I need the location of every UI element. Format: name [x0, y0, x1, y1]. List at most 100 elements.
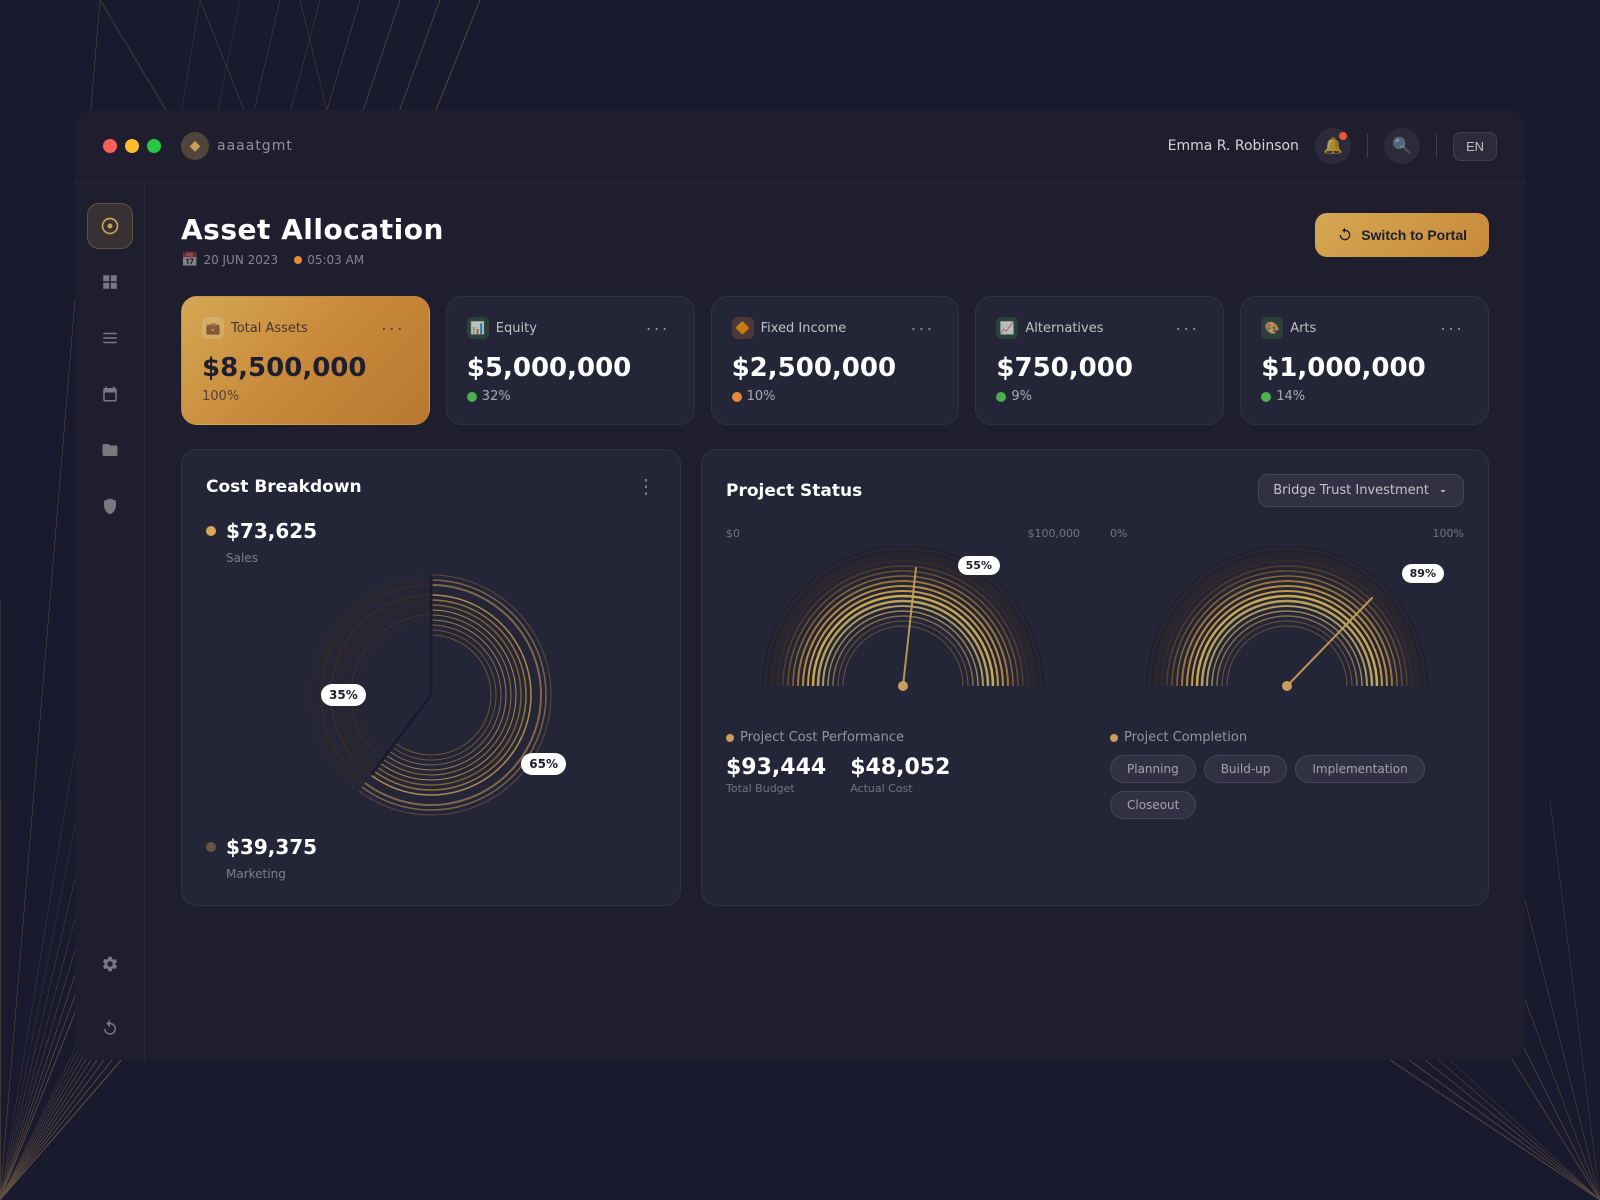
page-time: 05:03 AM	[294, 253, 364, 267]
equity-pct: 32%	[467, 389, 674, 404]
asset-card-fixed-income: 🔶 Fixed Income ··· $2,500,000 10%	[711, 296, 960, 425]
fixed-income-icon: 🔶	[732, 317, 754, 339]
notifications-button[interactable]: 🔔	[1315, 128, 1351, 164]
donut-label-65: 65%	[521, 753, 566, 775]
page-title-block: Asset Allocation 📅 20 JUN 2023 05:03 AM	[181, 213, 444, 268]
cost-gauge-scale: $0 $100,000	[726, 527, 1080, 540]
total-amount: $8,500,000	[202, 353, 409, 383]
marketing-amount: $39,375	[226, 835, 317, 859]
completion-tags: Planning Build-upImplementation Closeout	[1110, 755, 1464, 819]
completion-tag[interactable]: Implementation	[1295, 755, 1424, 783]
card-more-alt[interactable]: ···	[1171, 318, 1203, 339]
budget-row: $93,444 Total Budget $48,052 Actual Cost	[726, 755, 1080, 795]
completion-title: Project Completion	[1110, 730, 1464, 745]
titlebar-right: Emma R. Robinson 🔔 🔍 EN	[1168, 128, 1497, 164]
total-pct: 100%	[202, 389, 409, 404]
cost-breakdown-panel: Cost Breakdown ⋮ $73,625 Sales	[181, 449, 681, 906]
asset-cards-row: 💼 Total Assets ··· $8,500,000 100% 📊	[181, 296, 1489, 425]
cost-gauge-svg: 55%	[726, 546, 1080, 706]
project-status-panel: Project Status Bridge Trust Investment $…	[701, 449, 1489, 906]
equity-icon: 📊	[467, 317, 489, 339]
notification-badge	[1339, 132, 1347, 140]
card-header-fixed: 🔶 Fixed Income ···	[732, 317, 939, 339]
page-meta: 📅 20 JUN 2023 05:03 AM	[181, 252, 444, 268]
arts-pct-dot	[1261, 392, 1271, 402]
fixed-pct: 10%	[732, 389, 939, 404]
completion-gauge-scale: 0% 100%	[1110, 527, 1464, 540]
search-button[interactable]: 🔍	[1384, 128, 1420, 164]
page-title: Asset Allocation	[181, 213, 444, 246]
total-budget-item: $93,444 Total Budget	[726, 755, 826, 795]
card-more-total[interactable]: ···	[377, 318, 409, 339]
arts-pct: 14%	[1261, 389, 1468, 404]
maximize-button[interactable]	[147, 139, 161, 153]
sidebar-item-calendar[interactable]	[87, 371, 133, 417]
main-window: ◆ aaaatgmt Emma R. Robinson 🔔 🔍 EN	[75, 110, 1525, 1060]
switch-to-portal-button[interactable]: Switch to Portal	[1315, 213, 1489, 257]
sidebar-item-security[interactable]	[87, 483, 133, 529]
cost-panel-more-button[interactable]: ⋮	[636, 474, 656, 499]
sales-dot	[206, 526, 216, 536]
alternatives-icon: 📈	[996, 317, 1018, 339]
arts-icon: 🎨	[1261, 317, 1283, 339]
card-label-arts: 🎨 Arts	[1261, 317, 1316, 339]
traffic-lights	[103, 139, 161, 153]
asset-card-arts: 🎨 Arts ··· $1,000,000 14%	[1240, 296, 1489, 425]
sidebar-item-dashboard[interactable]	[87, 203, 133, 249]
brand-icon: ◆	[181, 132, 209, 160]
arts-amount: $1,000,000	[1261, 353, 1468, 383]
project-bottom-info: Project Cost Performance $93,444 Total B…	[726, 730, 1464, 819]
close-button[interactable]	[103, 139, 117, 153]
switch-button-label: Switch to Portal	[1361, 227, 1467, 243]
card-more-equity[interactable]: ···	[642, 318, 674, 339]
completion-info-dot	[1110, 734, 1118, 742]
completion-tag[interactable]: Closeout	[1110, 791, 1196, 819]
sidebar-item-folders[interactable]	[87, 427, 133, 473]
donut-chart: 35% 65%	[291, 555, 571, 835]
fixed-pct-dot	[732, 392, 742, 402]
cost-panel-title: Cost Breakdown	[206, 477, 362, 497]
total-budget-amount: $93,444	[726, 755, 826, 780]
card-more-fixed[interactable]: ···	[906, 318, 938, 339]
cost-performance-block: Project Cost Performance $93,444 Total B…	[726, 730, 1080, 819]
content-area: Asset Allocation 📅 20 JUN 2023 05:03 AM	[75, 183, 1525, 1060]
card-more-arts[interactable]: ···	[1436, 318, 1468, 339]
page-header: Asset Allocation 📅 20 JUN 2023 05:03 AM	[181, 213, 1489, 268]
project-panel-title: Project Status	[726, 481, 862, 501]
alt-pct: 9%	[996, 389, 1203, 404]
equity-amount: $5,000,000	[467, 353, 674, 383]
sidebar-item-settings[interactable]	[87, 941, 133, 987]
cost-item-marketing: $39,375	[206, 835, 656, 859]
completion-tag[interactable]: Build-up	[1204, 755, 1288, 783]
sidebar	[75, 183, 145, 1060]
card-header-arts: 🎨 Arts ···	[1261, 317, 1468, 339]
sidebar-item-grid[interactable]	[87, 259, 133, 305]
titlebar: ◆ aaaatgmt Emma R. Robinson 🔔 🔍 EN	[75, 110, 1525, 183]
cost-gauge: $0 $100,000	[726, 527, 1080, 706]
equity-pct-dot	[467, 392, 477, 402]
alt-amount: $750,000	[996, 353, 1203, 383]
project-dropdown[interactable]: Bridge Trust Investment	[1258, 474, 1464, 507]
completion-tag[interactable]: Planning	[1110, 755, 1196, 783]
project-panel-header: Project Status Bridge Trust Investment	[726, 474, 1464, 507]
card-label-fixed: 🔶 Fixed Income	[732, 317, 847, 339]
marketing-dot	[206, 842, 216, 852]
bottom-panels: Cost Breakdown ⋮ $73,625 Sales	[181, 449, 1489, 906]
language-button[interactable]: EN	[1453, 132, 1497, 161]
sales-amount: $73,625	[226, 519, 317, 543]
sidebar-item-back[interactable]	[87, 1005, 133, 1051]
asset-card-total: 💼 Total Assets ··· $8,500,000 100%	[181, 296, 430, 425]
cost-gauge-badge: 55%	[958, 556, 1000, 575]
completion-gauge-badge: 89%	[1402, 564, 1444, 583]
completion-gauge-svg: 89%	[1110, 546, 1464, 706]
card-label-equity: 📊 Equity	[467, 317, 537, 339]
asset-card-equity: 📊 Equity ··· $5,000,000 32%	[446, 296, 695, 425]
divider2	[1436, 134, 1437, 158]
main-content: Asset Allocation 📅 20 JUN 2023 05:03 AM	[145, 183, 1525, 1060]
actual-cost-amount: $48,052	[850, 755, 950, 780]
divider	[1367, 134, 1368, 158]
completion-block: Project Completion Planning Build-upImple…	[1110, 730, 1464, 819]
cost-info-dot	[726, 734, 734, 742]
sidebar-item-list[interactable]	[87, 315, 133, 361]
minimize-button[interactable]	[125, 139, 139, 153]
